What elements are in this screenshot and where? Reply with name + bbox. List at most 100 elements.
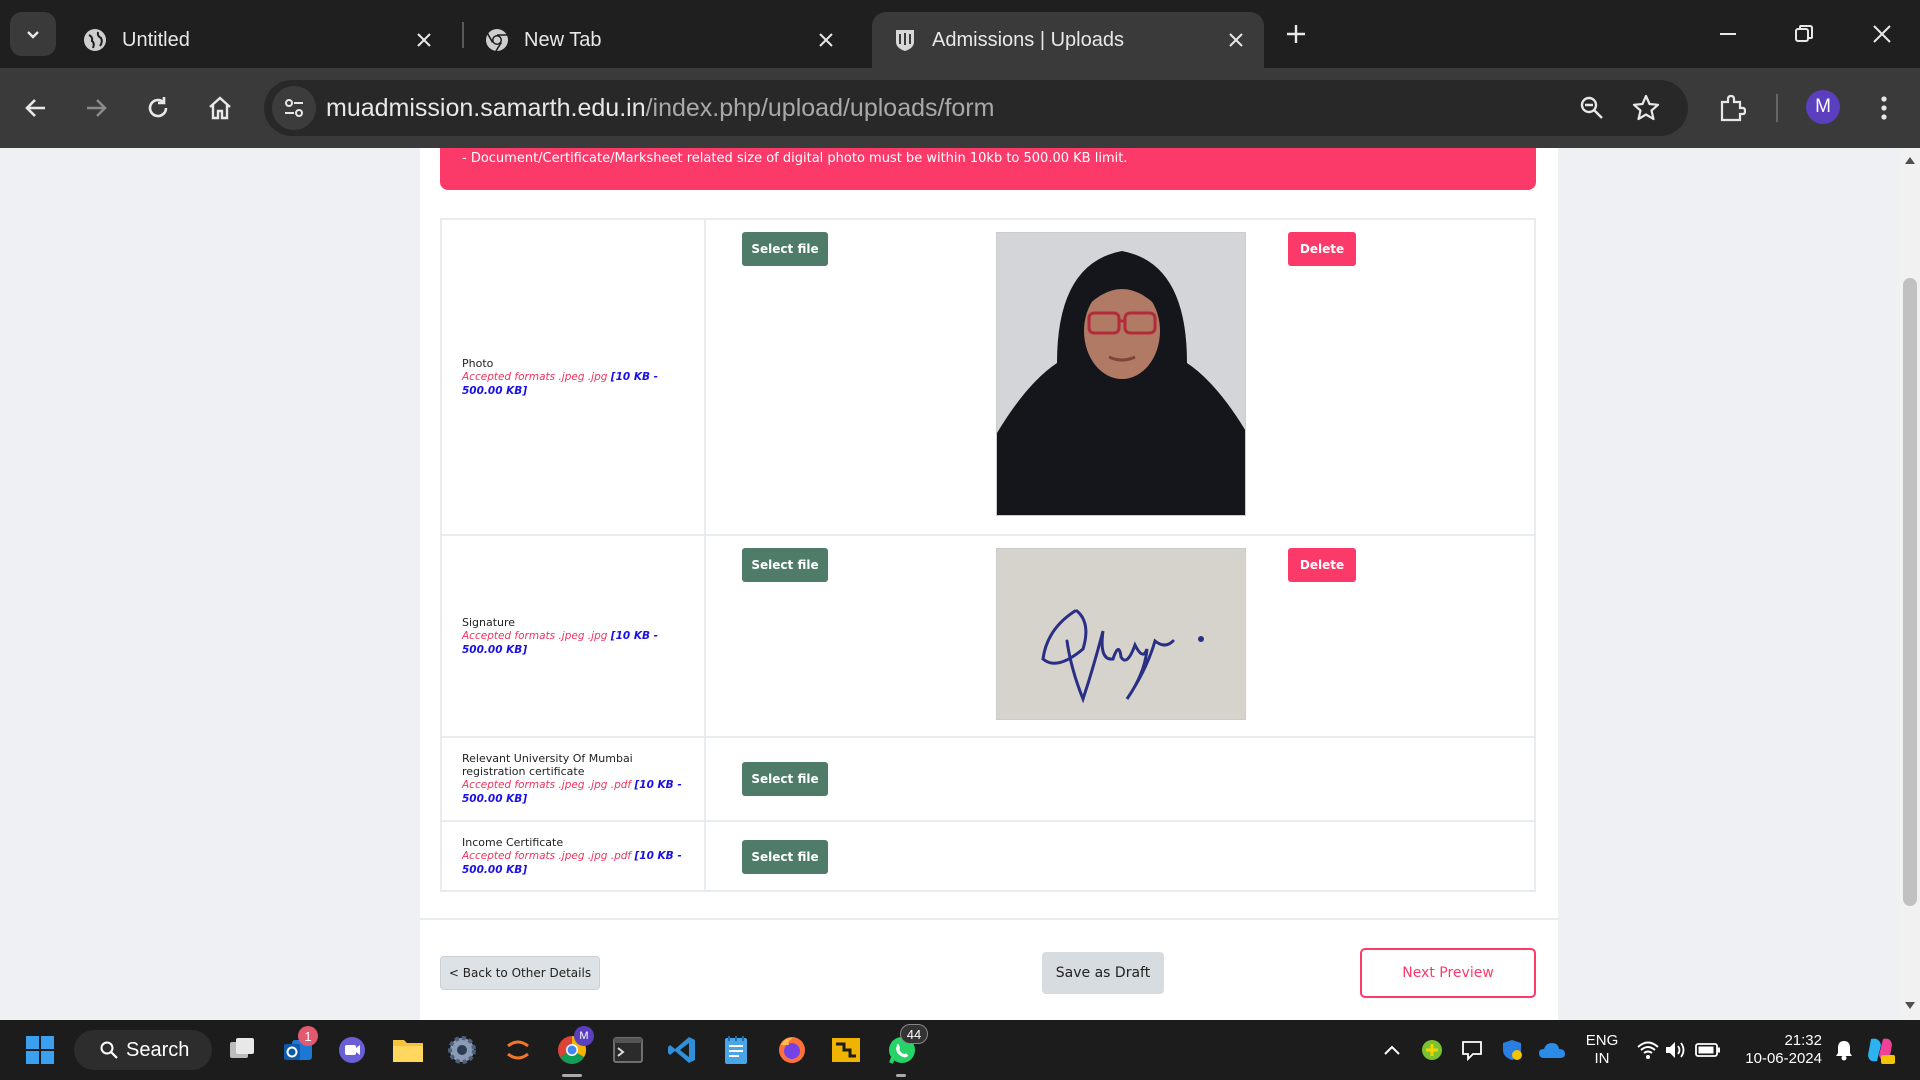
tune-icon	[285, 99, 303, 117]
address-bar[interactable]: muadmission.samarth.edu.in/index.php/upl…	[264, 80, 1688, 136]
notification-bell-icon[interactable]	[1824, 1030, 1864, 1070]
select-file-button[interactable]: Select file	[742, 232, 828, 266]
upload-form-card: - Document/Certificate/Marksheet related…	[420, 148, 1558, 1020]
app-running-indicator	[896, 1074, 906, 1077]
copilot-icon[interactable]	[1860, 1030, 1900, 1070]
new-tab-button[interactable]	[1276, 14, 1316, 54]
scrollbar-thumb[interactable]	[1903, 278, 1917, 906]
file-explorer-icon[interactable]	[388, 1030, 428, 1070]
next-preview-button[interactable]: Next Preview	[1360, 948, 1536, 998]
accepted-formats: Accepted formats .jpeg .jpg .pdf	[462, 779, 632, 791]
document-name: Relevant University Of Mumbai registrati…	[462, 752, 633, 778]
browser-tab-bar: Untitled New Tab Admissions | Uploads	[0, 0, 1920, 68]
active-app-indicator	[562, 1074, 582, 1077]
input-language[interactable]: ENG IN	[1580, 1032, 1624, 1068]
tab-untitled[interactable]: Untitled	[62, 12, 452, 68]
taskbar-search[interactable]: Search	[74, 1030, 212, 1070]
start-button[interactable]	[20, 1030, 60, 1070]
delete-button[interactable]: Delete	[1288, 232, 1356, 266]
clock-time: 21:32	[1784, 1032, 1822, 1049]
url-host: muadmission.samarth.edu.in	[326, 94, 646, 122]
clock-date: 10-06-2024	[1745, 1050, 1822, 1067]
notepad-icon[interactable]	[716, 1030, 756, 1070]
extensions-button[interactable]	[1710, 86, 1754, 130]
bookmark-star-icon[interactable]	[1626, 88, 1666, 128]
select-file-button[interactable]: Select file	[742, 762, 828, 796]
back-button[interactable]	[14, 86, 58, 130]
uploaded-signature-image	[996, 548, 1246, 720]
accepted-formats: Accepted formats .jpeg .jpg .pdf	[462, 849, 632, 862]
tray-app-icon[interactable]	[1412, 1030, 1452, 1070]
reload-button[interactable]	[136, 86, 180, 130]
battery-icon[interactable]	[1688, 1030, 1728, 1070]
url-path: /index.php/upload/uploads/form	[645, 94, 995, 122]
close-tab-icon[interactable]	[404, 20, 444, 60]
jupyter-icon[interactable]	[498, 1030, 538, 1070]
restore-button[interactable]	[1774, 10, 1834, 58]
save-as-draft-button[interactable]: Save as Draft	[1042, 952, 1164, 994]
show-hidden-icons-icon[interactable]	[1372, 1030, 1412, 1070]
security-shield-icon[interactable]	[1492, 1030, 1532, 1070]
delete-button[interactable]: Delete	[1288, 548, 1356, 582]
windows-taskbar: Search 1 M 44 ENG IN 21:32 10-06-2024	[0, 1020, 1920, 1080]
document-name: Signature	[462, 615, 516, 629]
select-file-button[interactable]: Select file	[742, 548, 828, 582]
alert-text: - Document/Certificate/Marksheet related…	[462, 151, 1128, 166]
scroll-up-icon[interactable]	[1904, 154, 1916, 166]
document-action-cell: Select file	[704, 736, 1536, 822]
size-limit-alert: - Document/Certificate/Marksheet related…	[440, 148, 1536, 190]
scroll-down-icon[interactable]	[1904, 1000, 1916, 1012]
document-name: Photo	[462, 356, 494, 370]
chrome-taskbar-icon[interactable]: M	[552, 1026, 594, 1070]
forward-button[interactable]	[74, 86, 118, 130]
tab-search-button[interactable]	[10, 12, 56, 56]
task-view-icon[interactable]	[222, 1030, 262, 1070]
document-action-cell: Select file Delete	[704, 218, 1536, 536]
onedrive-cloud-icon[interactable]	[1532, 1030, 1572, 1070]
chevron-down-icon	[27, 31, 39, 39]
teams-meet-icon[interactable]	[332, 1030, 372, 1070]
globe-icon	[82, 27, 108, 53]
plus-icon	[1287, 25, 1305, 43]
restore-icon	[1795, 25, 1813, 42]
whatsapp-icon[interactable]: 44	[882, 1024, 928, 1070]
tab-new-tab[interactable]: New Tab	[464, 12, 854, 68]
document-label-cell: Income Certificate Accepted formats .jpe…	[440, 820, 706, 892]
sql-tool-icon[interactable]	[826, 1030, 866, 1070]
tab-admissions-uploads[interactable]: Admissions | Uploads	[872, 12, 1264, 68]
document-action-cell: Select file Delete	[704, 534, 1536, 738]
region-code: IN	[1594, 1050, 1610, 1067]
profile-avatar[interactable]: M	[1806, 90, 1840, 124]
firefox-icon[interactable]	[772, 1030, 812, 1070]
close-icon	[1873, 25, 1891, 43]
chrome-profile-badge: M	[574, 1026, 594, 1046]
close-tab-icon[interactable]	[1216, 20, 1256, 60]
tray-chat-icon[interactable]	[1452, 1030, 1492, 1070]
minimize-button[interactable]	[1698, 10, 1758, 58]
site-info-button[interactable]	[272, 86, 316, 130]
uploaded-photo-image	[996, 232, 1246, 516]
close-window-button[interactable]	[1852, 10, 1912, 58]
accepted-formats: Accepted formats .jpeg .jpg	[462, 629, 608, 642]
page-scrollbar[interactable]	[1900, 148, 1920, 1020]
settings-gear-icon[interactable]	[442, 1030, 482, 1070]
arrow-right-icon	[87, 99, 107, 117]
url-text[interactable]: muadmission.samarth.edu.in/index.php/upl…	[326, 94, 994, 123]
university-crest-icon	[892, 27, 918, 53]
home-button[interactable]	[198, 86, 242, 130]
vscode-icon[interactable]	[662, 1030, 702, 1070]
reload-icon	[148, 97, 168, 118]
document-row-signature: Signature Accepted formats .jpeg .jpg [1…	[440, 534, 1536, 738]
outlook-icon[interactable]: 1	[278, 1026, 318, 1070]
back-to-other-details-button[interactable]: < Back to Other Details	[440, 956, 600, 990]
browser-menu-button[interactable]	[1862, 86, 1906, 130]
terminal-icon[interactable]	[608, 1030, 648, 1070]
form-footer-divider	[420, 918, 1558, 920]
documents-table: Photo Accepted formats .jpeg .jpg [10 KB…	[440, 218, 1536, 892]
windows-logo-icon	[26, 1036, 54, 1064]
close-tab-icon[interactable]	[806, 20, 846, 60]
toolbar-divider	[1776, 94, 1778, 122]
zoom-icon[interactable]	[1572, 88, 1612, 128]
clock[interactable]: 21:32 10-06-2024	[1730, 1032, 1822, 1068]
select-file-button[interactable]: Select file	[742, 840, 828, 874]
